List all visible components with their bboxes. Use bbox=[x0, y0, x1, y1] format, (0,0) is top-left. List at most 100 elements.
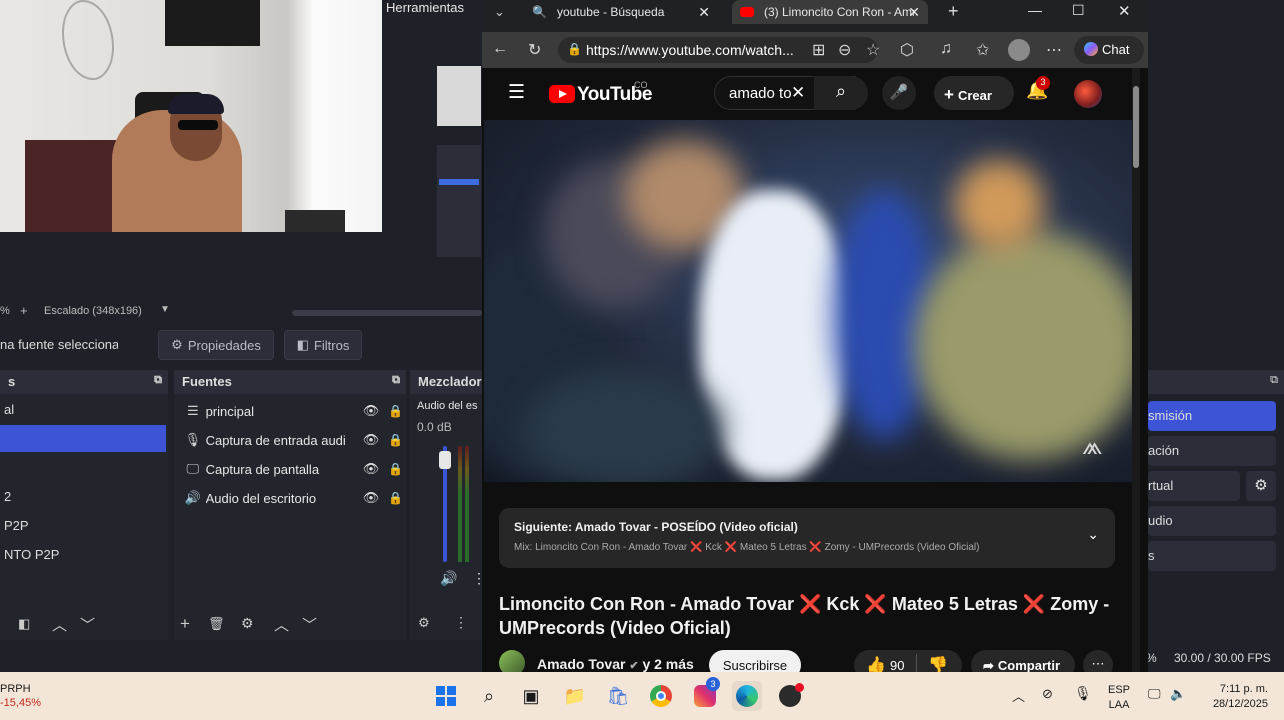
undock-icon[interactable]: ⧉ bbox=[1270, 374, 1278, 387]
more-options-icon[interactable]: ⋯ bbox=[1046, 40, 1062, 60]
horizontal-scrollbar[interactable] bbox=[292, 310, 482, 316]
microphone-icon[interactable]: 🎙 bbox=[1074, 685, 1092, 702]
share-button[interactable]: ➦ Compartir bbox=[971, 650, 1075, 672]
instagram-icon[interactable]: 3 bbox=[690, 677, 720, 711]
back-icon[interactable]: ← bbox=[492, 40, 508, 58]
thumbs-down-icon[interactable]: 👎 bbox=[928, 655, 948, 672]
obs-icon[interactable] bbox=[775, 681, 805, 711]
search-icon[interactable]: ⌕ bbox=[474, 681, 504, 711]
channel-watermark-icon[interactable]: ⩕ bbox=[1082, 430, 1103, 462]
chevron-down-icon[interactable]: ⌄ bbox=[1087, 526, 1099, 543]
tab-youtube-search[interactable]: 🔍 youtube - Búsqueda ✕ bbox=[522, 0, 718, 24]
visibility-eye-icon[interactable]: 👁 bbox=[363, 403, 383, 419]
windows-start-icon[interactable] bbox=[431, 681, 461, 711]
clear-search-icon[interactable]: ✕ bbox=[791, 83, 805, 103]
move-down-icon[interactable]: ﹀ bbox=[80, 614, 95, 635]
network-warning-icon[interactable]: ⊘ bbox=[1042, 686, 1053, 702]
settings-button[interactable]: s bbox=[1148, 541, 1276, 571]
hamburger-menu-icon[interactable]: ☰ bbox=[508, 81, 525, 104]
start-streaming-button[interactable]: smisión bbox=[1148, 401, 1276, 431]
gear-icon[interactable]: ⚙ bbox=[241, 615, 254, 632]
extensions-icon[interactable]: ⬡ bbox=[900, 40, 914, 60]
tab-youtube-video[interactable]: (3) Limoncito Con Ron - Ama ✕ bbox=[732, 0, 928, 24]
properties-button[interactable]: ⚙ Propiedades bbox=[158, 330, 274, 360]
lock-icon[interactable]: 🔒 bbox=[567, 42, 582, 56]
trash-icon[interactable]: 🗑 bbox=[208, 616, 225, 632]
display-icon[interactable]: 🖵 bbox=[1148, 686, 1161, 702]
visibility-eye-icon[interactable]: 👁 bbox=[363, 490, 383, 506]
move-down-icon[interactable]: ﹀ bbox=[302, 614, 317, 635]
start-recording-button[interactable]: ación bbox=[1148, 436, 1276, 466]
voice-search-button[interactable]: 🎤 bbox=[882, 76, 916, 110]
source-item-desktop-audio[interactable]: 🔊 Audio del escritorio 👁 🔒 bbox=[176, 484, 404, 512]
create-button[interactable]: + Crear bbox=[934, 76, 1014, 110]
page-scrollbar[interactable] bbox=[1132, 68, 1140, 672]
maximize-icon[interactable]: ☐ bbox=[1072, 2, 1085, 19]
up-next-card[interactable]: Siguiente: Amado Tovar - POSEÍDO (Video … bbox=[499, 508, 1115, 568]
gear-icon[interactable]: ⚙ bbox=[1246, 471, 1276, 501]
refresh-icon[interactable]: ↻ bbox=[528, 40, 541, 60]
volume-slider-handle[interactable] bbox=[439, 450, 451, 469]
chrome-icon[interactable] bbox=[646, 681, 676, 711]
close-tab-icon[interactable]: ✕ bbox=[908, 4, 920, 21]
minimize-icon[interactable]: — bbox=[1028, 2, 1042, 18]
more-actions-button[interactable]: ⋯ bbox=[1083, 650, 1113, 672]
advanced-audio-icon[interactable]: ⚙ bbox=[418, 615, 430, 631]
subscribe-button[interactable]: Suscribirse bbox=[709, 650, 801, 672]
url-field[interactable]: 🔒 https://www.youtube.com/watch... bbox=[558, 37, 878, 63]
scene-item[interactable]: 2 bbox=[0, 483, 166, 511]
undock-icon[interactable]: ⧉ bbox=[392, 374, 400, 387]
scene-item-selected[interactable] bbox=[0, 425, 166, 452]
source-item-audio-input[interactable]: 🎙 Captura de entrada audi 👁 🔒 bbox=[176, 426, 404, 454]
thumbs-up-icon[interactable]: 👍 bbox=[866, 655, 886, 672]
app-grid-icon[interactable]: ⊞ bbox=[812, 40, 825, 60]
file-explorer-icon[interactable]: 📁 bbox=[560, 681, 590, 711]
read-aloud-icon[interactable]: ♫ bbox=[940, 40, 952, 58]
visibility-eye-icon[interactable]: 👁 bbox=[363, 432, 383, 448]
close-window-icon[interactable]: ✕ bbox=[1118, 2, 1131, 20]
scene-item[interactable] bbox=[0, 454, 166, 482]
search-button[interactable]: ⌕ bbox=[814, 76, 868, 110]
favorites-icon[interactable]: ✩ bbox=[976, 40, 989, 60]
move-up-icon[interactable]: ︿ bbox=[274, 614, 289, 635]
copilot-chat-button[interactable]: Chat bbox=[1074, 36, 1144, 64]
virtual-camera-button[interactable]: rtual bbox=[1148, 471, 1240, 501]
chevron-down-icon[interactable]: ▼ bbox=[160, 304, 170, 315]
edge-icon[interactable] bbox=[732, 681, 762, 711]
channel-avatar[interactable] bbox=[499, 650, 525, 672]
new-tab-icon[interactable]: + bbox=[948, 1, 959, 22]
lock-icon[interactable]: 🔒 bbox=[388, 433, 404, 447]
visibility-eye-icon[interactable]: 👁 bbox=[363, 461, 383, 477]
add-source-icon[interactable]: + bbox=[180, 614, 190, 634]
speaker-mute-icon[interactable]: 🔊 bbox=[440, 570, 457, 587]
clock[interactable]: 7:11 p. m. 28/12/2025 bbox=[1198, 682, 1268, 712]
stock-widget[interactable]: PRPH -15,45% bbox=[0, 682, 41, 710]
favorite-star-icon[interactable]: ☆ bbox=[866, 40, 880, 60]
filters-button[interactable]: ◧ Filtros bbox=[284, 330, 362, 360]
menu-tools[interactable]: Herramientas bbox=[386, 0, 464, 15]
microsoft-store-icon[interactable]: 🛍 bbox=[603, 681, 633, 711]
chevron-up-icon[interactable]: ︿ bbox=[1012, 686, 1025, 705]
profile-avatar[interactable] bbox=[1008, 39, 1030, 61]
account-avatar[interactable] bbox=[1074, 80, 1102, 108]
language-indicator[interactable]: ESP LAA bbox=[1108, 683, 1130, 713]
move-up-icon[interactable]: ︿ bbox=[52, 614, 67, 635]
tab-actions-icon[interactable]: ⌄ bbox=[494, 4, 505, 20]
video-player[interactable]: ⩕ bbox=[484, 120, 1132, 482]
lock-icon[interactable]: 🔒 bbox=[388, 462, 404, 476]
scene-item[interactable]: al bbox=[0, 396, 166, 424]
scene-filter-icon[interactable]: ◧ bbox=[18, 616, 30, 632]
studio-mode-button[interactable]: udio bbox=[1148, 506, 1276, 536]
source-item-principal[interactable]: ☰ principal 👁 🔒 bbox=[176, 397, 404, 425]
mixer-more-icon[interactable]: ⋮ bbox=[454, 614, 468, 631]
scene-item[interactable]: P2P bbox=[0, 512, 166, 540]
undock-icon[interactable]: ⧉ bbox=[154, 374, 162, 387]
source-item-screen-capture[interactable]: 🖵 Captura de pantalla 👁 🔒 bbox=[176, 455, 404, 483]
close-tab-icon[interactable]: ✕ bbox=[698, 4, 710, 21]
scene-item[interactable]: NTO P2P bbox=[0, 541, 166, 569]
zoom-icon[interactable]: ⊖ bbox=[838, 40, 851, 60]
channel-name[interactable]: Amado Tovar ✔ y 2 más bbox=[537, 656, 694, 672]
task-view-icon[interactable]: ▣ bbox=[516, 681, 546, 711]
lock-icon[interactable]: 🔒 bbox=[388, 491, 404, 505]
lock-icon[interactable]: 🔒 bbox=[388, 404, 404, 418]
